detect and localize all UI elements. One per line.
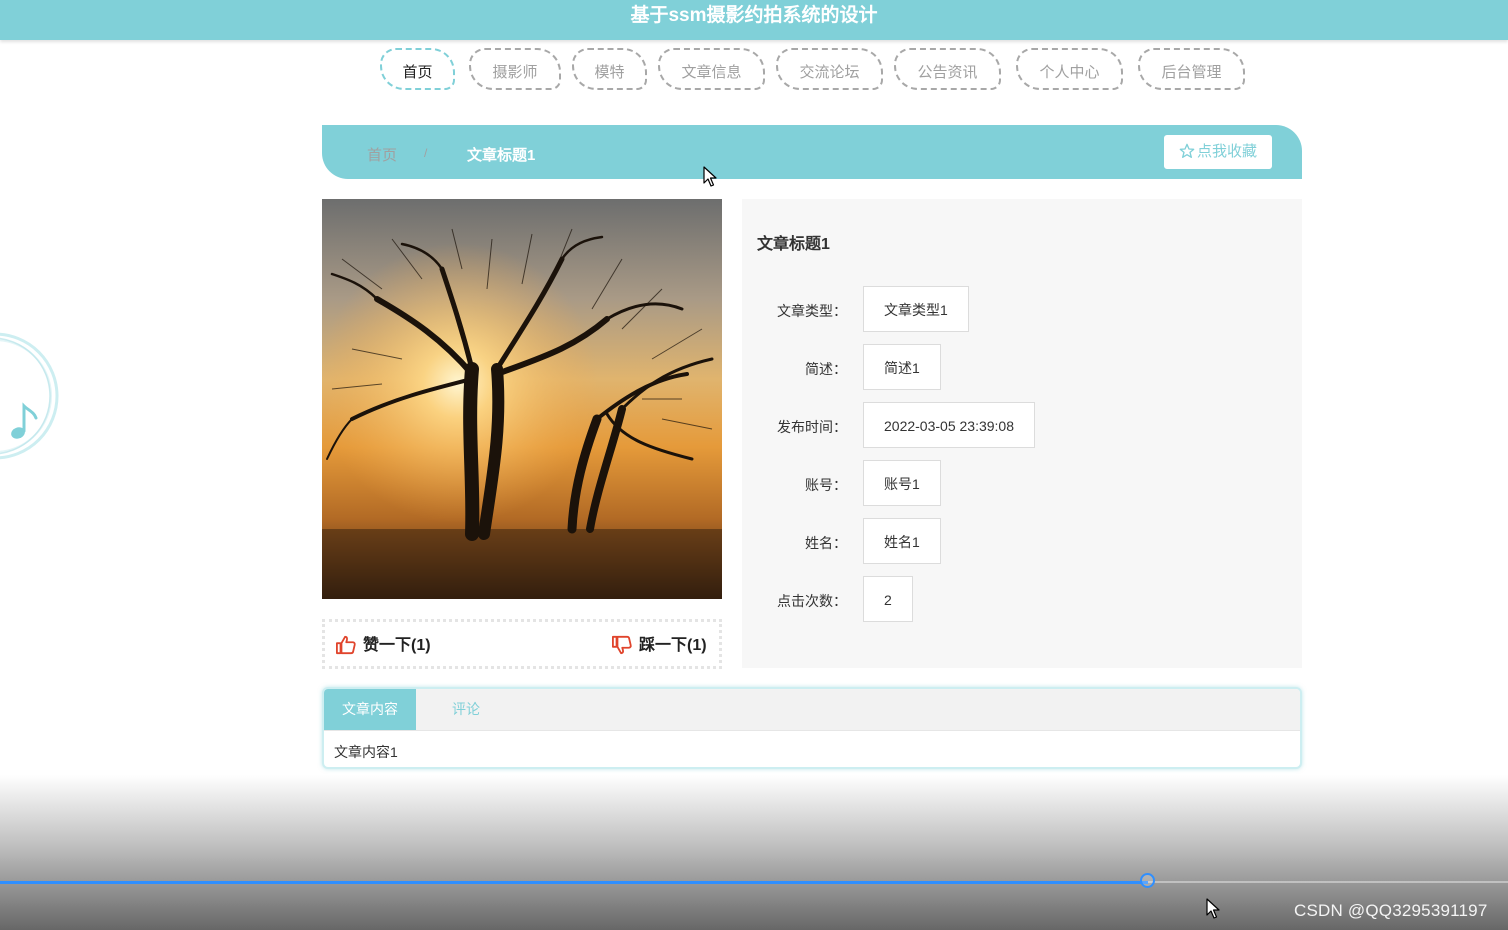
field-label: 点击次数： [777,593,847,609]
field-value: 文章类型1 [863,286,969,332]
tab-article-content[interactable]: 文章内容 [324,689,416,730]
thumbs-up-icon [335,635,356,655]
nav-item-announcements[interactable]: 公告资讯 [894,48,1001,90]
field-value: 账号1 [863,460,941,506]
video-progress-bar[interactable] [0,873,1508,888]
nav-item-model[interactable]: 模特 [572,48,647,90]
dislike-label: 踩一下(1) [639,637,707,654]
vote-box: 赞一下(1) 踩一下(1) [322,619,722,669]
breadcrumb-home-link[interactable]: 首页 [367,144,397,165]
nav-item-admin[interactable]: 后台管理 [1138,48,1245,90]
top-header: 基于ssm摄影约拍系统的设计 [0,0,1508,40]
field-value: 2022-03-05 23:39:08 [863,402,1035,448]
article-title: 文章标题1 [757,236,830,253]
video-progress-fill [0,881,1148,884]
mouse-cursor-icon [703,166,717,187]
like-label: 赞一下(1) [363,637,431,654]
field-value: 简述1 [863,344,941,390]
watermark: CSDN @QQ3295391197 [1294,901,1488,920]
star-outline-icon [1179,143,1195,158]
breadcrumb: 首页 / 文章标题1 点我收藏 [322,125,1302,179]
thumbs-down-icon [612,635,632,655]
video-player-overlay [0,775,1508,930]
tab-header: 文章内容 评论 [324,689,1300,731]
favorite-button[interactable]: 点我收藏 [1164,135,1272,169]
field-label: 姓名： [805,535,847,551]
main-nav: 首页 摄影师 模特 文章信息 交流论坛 公告资讯 个人中心 后台管理 [0,48,1508,94]
field-value: 2 [863,576,913,622]
video-progress-handle[interactable] [1139,873,1155,888]
mouse-cursor-icon [1206,898,1220,919]
field-label: 账号： [805,477,847,493]
breadcrumb-separator: / [424,146,428,160]
field-value: 姓名1 [863,518,941,564]
nav-item-home[interactable]: 首页 [380,48,455,90]
field-label: 发布时间： [777,419,847,435]
favorite-button-label: 点我收藏 [1196,143,1257,160]
breadcrumb-current: 文章标题1 [467,147,536,164]
content-tabs: 文章内容 评论 文章内容1 [322,687,1302,769]
music-player-widget[interactable] [0,328,60,464]
tab-comments[interactable]: 评论 [416,689,516,730]
like-button[interactable]: 赞一下(1) [335,634,455,658]
nav-item-personal-center[interactable]: 个人中心 [1016,48,1123,90]
field-label: 简述： [805,361,847,377]
field-label: 文章类型： [777,303,847,319]
dislike-button[interactable]: 踩一下(1) [611,634,716,658]
nav-item-photographer[interactable]: 摄影师 [469,48,561,90]
nav-item-forum[interactable]: 交流论坛 [776,48,883,90]
tab-content: 文章内容1 [334,744,398,760]
site-title: 基于ssm摄影约拍系统的设计 [630,5,878,26]
article-image [322,199,722,599]
nav-item-articles[interactable]: 文章信息 [658,48,765,90]
music-note-icon [11,402,38,439]
article-info-panel: 文章标题1 文章类型： 文章类型1 简述： 简述1 发布时间： 2022-03-… [742,199,1302,668]
